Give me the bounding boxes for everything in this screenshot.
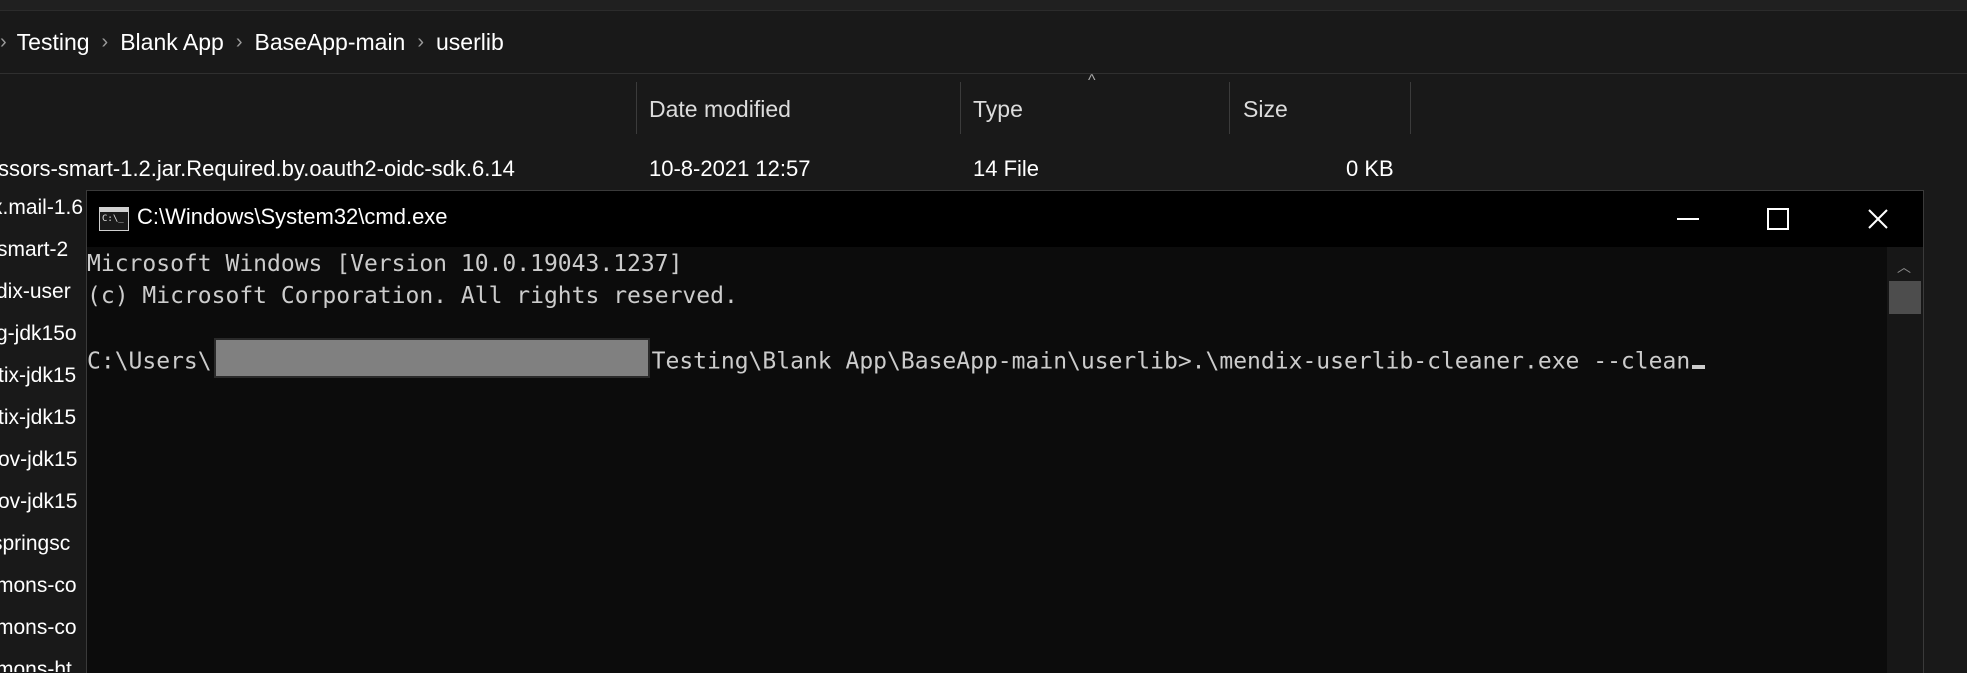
cmd-app-icon[interactable]: C:\_: [99, 207, 129, 231]
breadcrumb-item-baseapp-main[interactable]: BaseApp-main: [254, 29, 405, 56]
file-size: 0 KB: [1346, 156, 1394, 181]
close-icon: [1868, 209, 1888, 229]
list-item[interactable]: mons-co: [0, 574, 77, 598]
chevron-right-icon[interactable]: ›: [0, 31, 7, 54]
cmd-window[interactable]: C:\_ C:\Windows\System32\cmd.exe Microso…: [86, 190, 1924, 673]
column-header-date-modified[interactable]: Date modified: [649, 80, 791, 138]
column-separator[interactable]: [1229, 82, 1230, 134]
column-header-size[interactable]: Size: [1243, 80, 1288, 138]
list-item[interactable]: mons-ht: [0, 658, 72, 672]
prompt-prefix: C:\Users\: [87, 348, 212, 375]
chevron-right-icon[interactable]: ›: [417, 31, 424, 54]
scroll-up-arrow-icon[interactable]: ︿: [1897, 257, 1911, 277]
explorer-top-strip: [0, 0, 1967, 11]
minimize-icon: [1677, 218, 1699, 220]
chevron-right-icon[interactable]: ›: [236, 31, 243, 54]
breadcrumb: › Testing › Blank App › BaseApp-main › u…: [0, 11, 504, 73]
list-item[interactable]: g-jdk15o: [0, 322, 77, 346]
file-type: 14 File: [973, 156, 1040, 181]
explorer-background: [1922, 188, 1967, 672]
console-line-copyright: (c) Microsoft Corporation. All rights re…: [87, 283, 738, 309]
prompt-command: Testing\Blank App\BaseApp-main\userlib>.…: [651, 348, 1691, 375]
address-bar[interactable]: › Testing › Blank App › BaseApp-main › u…: [0, 11, 1967, 74]
column-separator[interactable]: [1410, 82, 1411, 134]
file-date-modified: 10-8-2021 12:57: [649, 156, 811, 181]
list-item[interactable]: tix-jdk15: [0, 406, 76, 430]
column-headers: Date modified Type Size: [0, 80, 1967, 138]
chevron-right-icon[interactable]: ›: [102, 31, 109, 54]
scroll-thumb[interactable]: [1889, 281, 1921, 314]
list-item[interactable]: ov-jdk15: [0, 490, 77, 514]
maximize-button[interactable]: [1733, 191, 1823, 247]
console-output[interactable]: Microsoft Windows [Version 10.0.19043.12…: [87, 247, 1887, 673]
minimize-button[interactable]: [1643, 191, 1733, 247]
list-item[interactable]: x.mail-1.6: [0, 196, 83, 220]
list-item[interactable]: tix-jdk15: [0, 364, 76, 388]
column-separator[interactable]: [960, 82, 961, 134]
file-row[interactable]: ssors-smart-1.2.jar.Required.by.oauth2-o…: [0, 150, 1967, 188]
icon-glyph: C:\_: [102, 214, 124, 224]
list-item[interactable]: dix-user: [0, 280, 71, 304]
list-item[interactable]: mons-co: [0, 616, 77, 640]
file-list-partial: x.mail-1.6 -smart-2 dix-user g-jdk15o ti…: [0, 188, 86, 672]
vertical-scrollbar[interactable]: ︿: [1887, 247, 1923, 673]
column-header-type[interactable]: Type: [973, 80, 1023, 138]
close-button[interactable]: [1833, 191, 1923, 247]
cmd-title-bar[interactable]: C:\_ C:\Windows\System32\cmd.exe: [87, 191, 1923, 247]
column-separator[interactable]: [636, 82, 637, 134]
list-item[interactable]: -smart-2: [0, 238, 68, 262]
file-name: ssors-smart-1.2.jar.Required.by.oauth2-o…: [0, 156, 515, 181]
icon-bar: [100, 208, 128, 212]
console-prompt-line: C:\Users\ Testing\Blank App\BaseApp-main\…: [87, 338, 1706, 378]
list-item[interactable]: springsc: [0, 532, 70, 556]
breadcrumb-item-testing[interactable]: Testing: [17, 29, 90, 56]
window-title: C:\Windows\System32\cmd.exe: [137, 204, 448, 229]
sort-ascending-icon: ^: [1088, 72, 1096, 89]
text-cursor: [1692, 364, 1706, 369]
console-line-version: Microsoft Windows [Version 10.0.19043.12…: [87, 251, 683, 277]
breadcrumb-item-userlib[interactable]: userlib: [436, 29, 504, 56]
maximize-icon: [1767, 208, 1789, 230]
list-item[interactable]: ov-jdk15: [0, 448, 77, 472]
breadcrumb-item-blank-app[interactable]: Blank App: [120, 29, 224, 56]
redacted-username: [213, 338, 650, 378]
